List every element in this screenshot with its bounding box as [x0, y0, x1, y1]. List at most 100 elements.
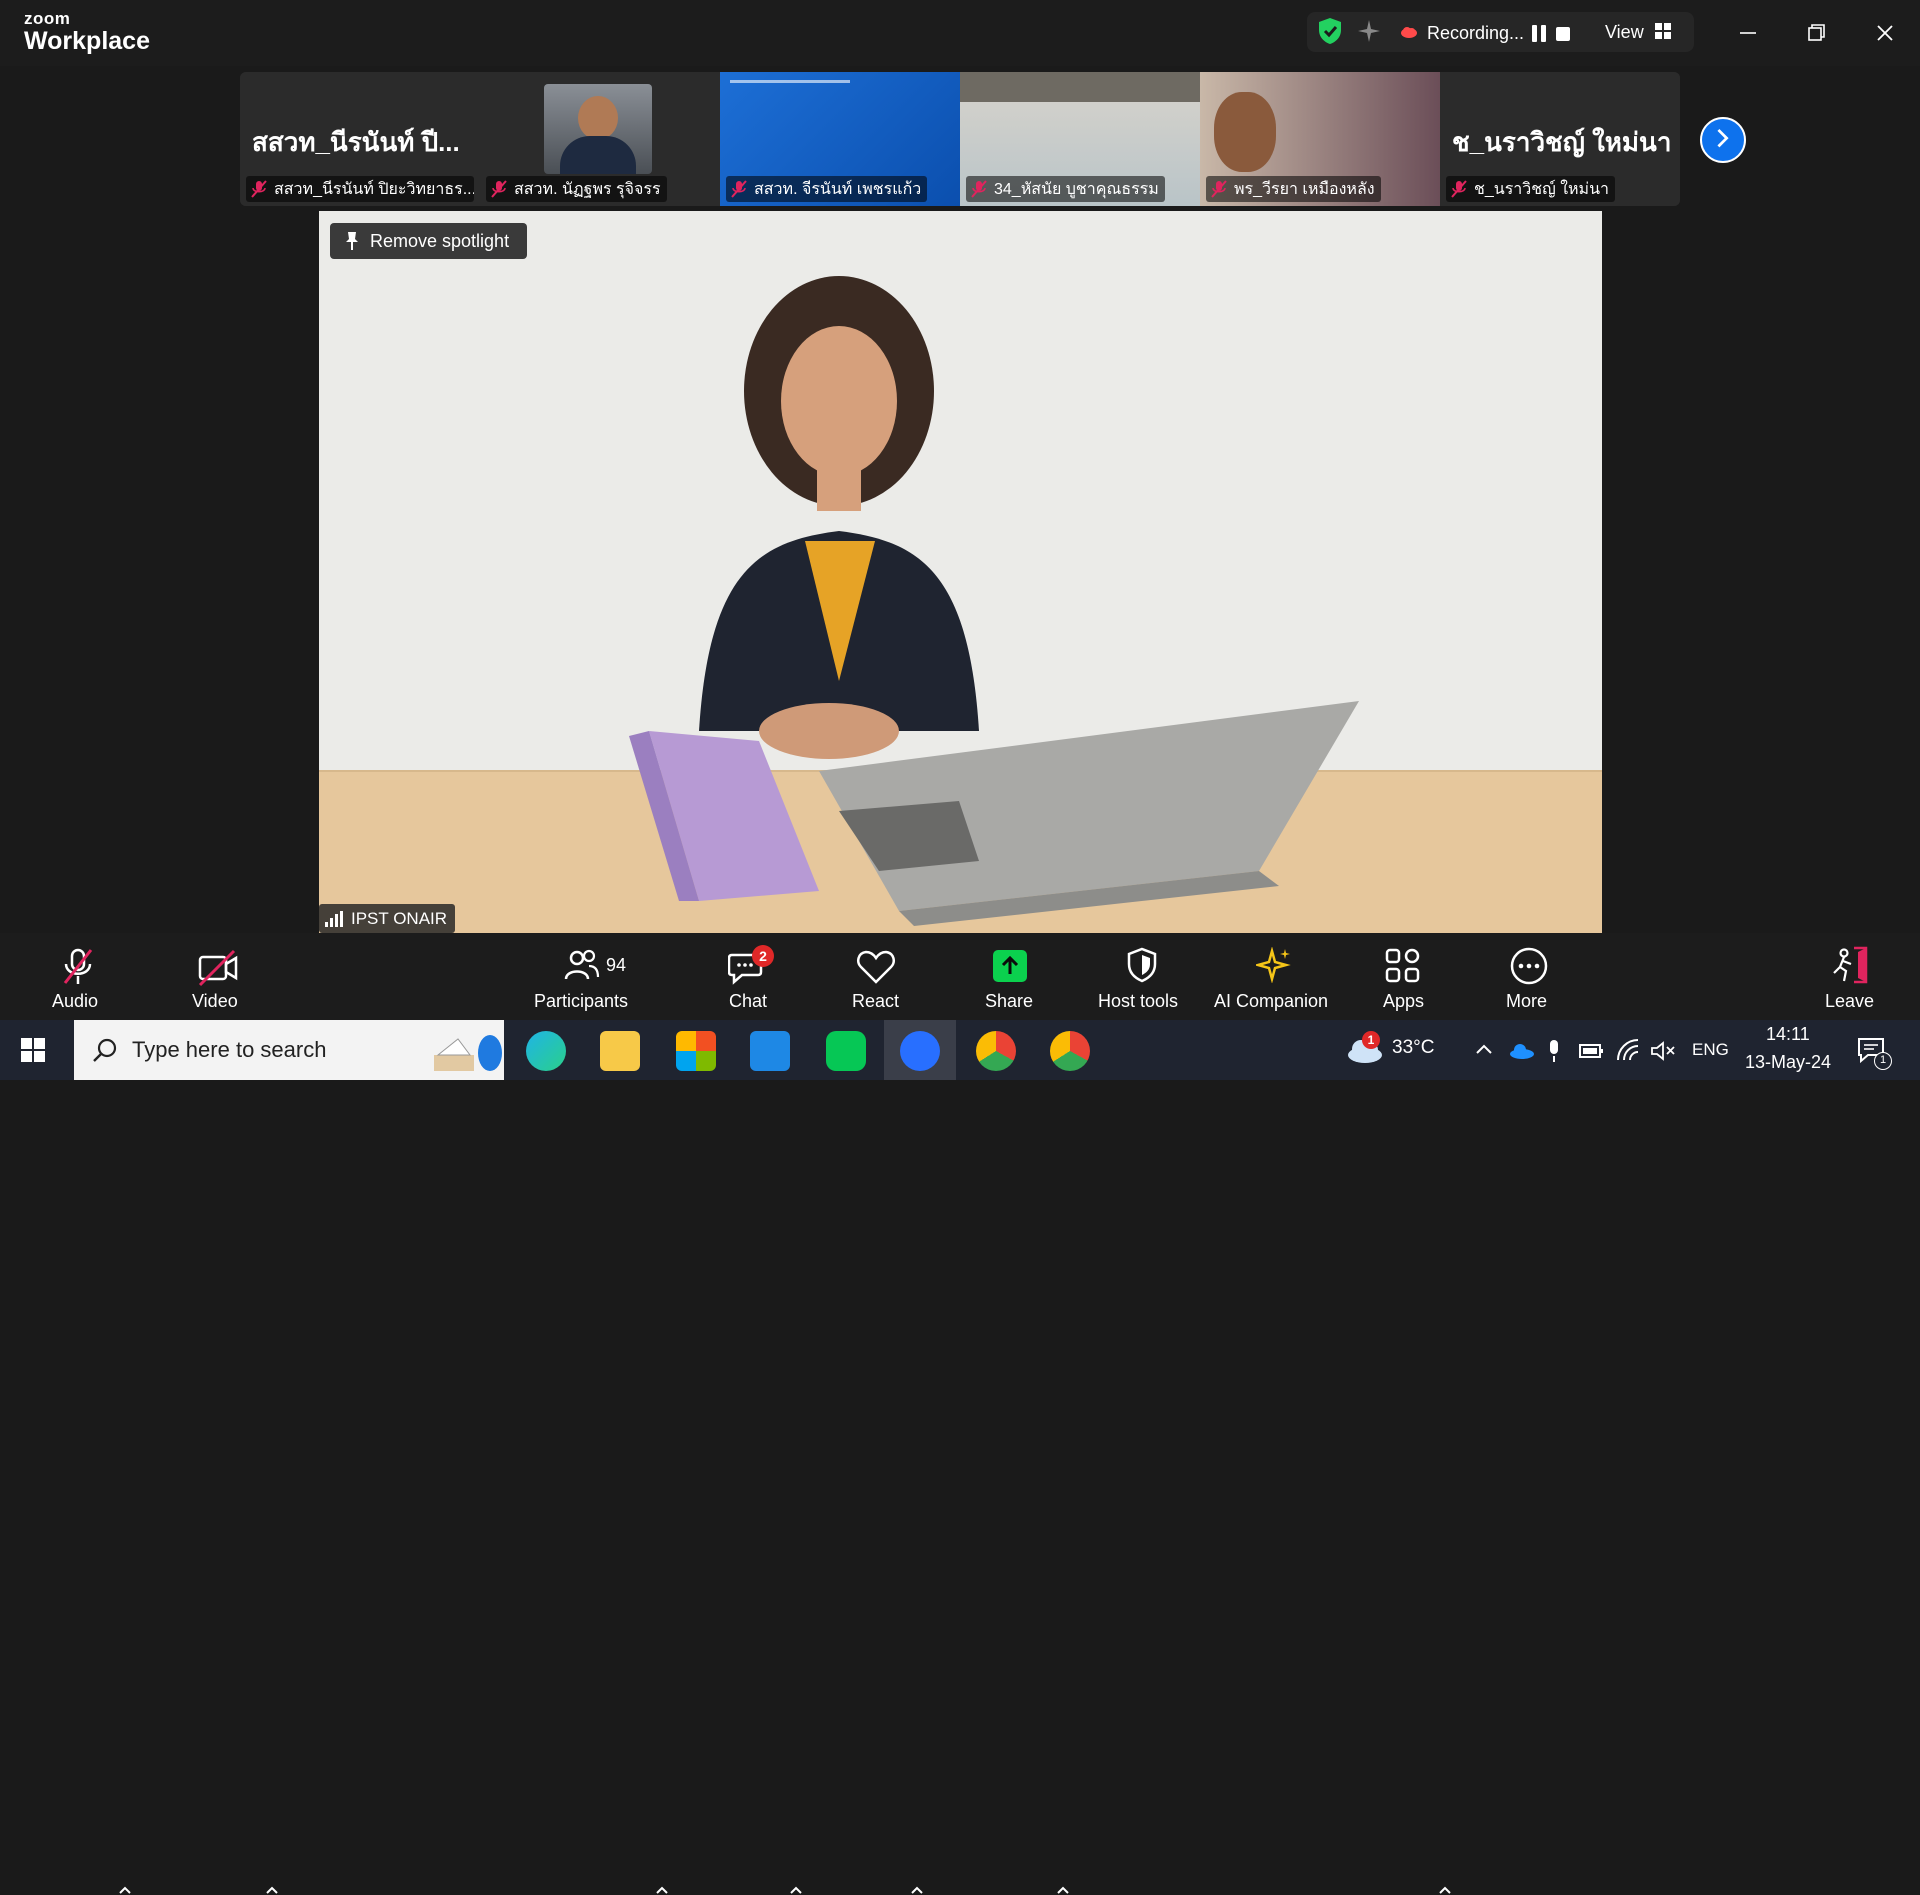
participants-options-chevron-icon[interactable] — [655, 1885, 669, 1895]
participant-video — [960, 72, 1200, 102]
participant-tile[interactable]: สสวท. จีรนันท์ เพชรแก้ว — [720, 72, 960, 206]
chrome-browser-icon[interactable] — [976, 1031, 1016, 1071]
chat-unread-badge: 2 — [752, 945, 774, 967]
muted-mic-icon — [1451, 180, 1467, 198]
restore-icon[interactable] — [1801, 18, 1831, 48]
ai-companion-button[interactable]: AI Companion — [1212, 933, 1336, 1020]
speaker-name-label: IPST ONAIR — [319, 904, 456, 933]
participants-icon — [564, 949, 600, 980]
video-off-icon — [198, 949, 238, 987]
windows-start-icon[interactable] — [20, 1037, 46, 1063]
speaker-name: IPST ONAIR — [351, 908, 448, 928]
muted-mic-icon — [251, 180, 267, 198]
share-label: Share — [985, 991, 1034, 1011]
taskbar-search-box[interactable]: Type here to search — [74, 1020, 504, 1080]
share-options-chevron-icon[interactable] — [1056, 1885, 1070, 1895]
meeting-toolbar: Audio Video 94 Participants 2 Chat React… — [0, 933, 1920, 1894]
video-label: Video — [192, 991, 238, 1011]
host-tools-button[interactable]: Host tools — [1096, 933, 1188, 1020]
line-app-icon[interactable] — [826, 1031, 866, 1071]
participant-name-bar: ช_นราวิชญ์ ใหม่นา — [1446, 176, 1616, 202]
taskbar-clock-time[interactable]: 14:11 — [1766, 1024, 1810, 1045]
video-button[interactable]: Video — [188, 933, 252, 1020]
pause-recording-button[interactable] — [1532, 25, 1546, 42]
remove-spotlight-button[interactable]: Remove spotlight — [330, 223, 527, 259]
react-label: React — [852, 991, 900, 1011]
participant-thumbnail-strip: สสวท_นีรนันท์ ปี... สสวท_นีรนันท์ ปิยะวิ… — [240, 72, 1680, 206]
search-icon — [93, 1038, 117, 1062]
microsoft-store-icon[interactable] — [676, 1031, 716, 1071]
microphone-tray-icon[interactable] — [1546, 1038, 1562, 1064]
close-icon[interactable] — [1870, 18, 1900, 48]
wifi-icon[interactable] — [1616, 1038, 1642, 1062]
cloud-recording-icon — [1401, 27, 1417, 38]
participant-name: ช_นราวิชญ์ ใหม่นา — [1474, 180, 1610, 198]
zoom-logo: zoom Workplace — [24, 10, 150, 54]
participant-name-bar: สสวท. นัฏฐพร รุจิจรร — [486, 176, 667, 202]
muted-mic-icon — [971, 180, 987, 198]
file-explorer-icon[interactable] — [600, 1031, 640, 1071]
ai-sparkle-icon[interactable] — [1356, 18, 1382, 44]
participant-name-bar: 34_หัสนัย บูชาคุณธรรม — [966, 176, 1165, 202]
participant-name: สสวท. จีรนันท์ เพชรแก้ว — [754, 180, 922, 198]
notification-count-badge: 1 — [1874, 1052, 1892, 1070]
participant-video — [544, 84, 652, 174]
host-tools-label: Host tools — [1098, 991, 1179, 1011]
edge-browser-icon[interactable] — [526, 1031, 566, 1071]
taskbar-clock-date[interactable]: 13-May-24 — [1745, 1052, 1831, 1073]
zoom-app-active-indicator — [884, 1020, 956, 1080]
muted-mic-icon — [731, 180, 747, 198]
shared-slide-preview — [730, 80, 850, 83]
audio-options-chevron-icon[interactable] — [118, 1885, 132, 1895]
speaker-video-frame — [319, 211, 1602, 933]
participant-name-bar: สสวท_นีรนันท์ ปิยะวิทยาธร... — [246, 176, 474, 202]
chat-label: Chat — [729, 991, 768, 1011]
more-button[interactable]: More — [1504, 933, 1554, 1020]
participant-tile[interactable]: สสวท_นีรนันท์ ปี... สสวท_นีรนันท์ ปิยะวิ… — [240, 72, 480, 206]
host-shield-icon — [1127, 947, 1157, 983]
weather-alert-badge: 1 — [1362, 1031, 1380, 1049]
weather-temperature: 33°C — [1392, 1037, 1435, 1058]
video-options-chevron-icon[interactable] — [265, 1885, 279, 1895]
apps-button[interactable]: Apps — [1380, 933, 1430, 1020]
spotlight-video[interactable] — [319, 211, 1602, 933]
audio-button[interactable]: Audio — [46, 933, 110, 1020]
muted-mic-icon — [1211, 180, 1227, 198]
signal-strength-icon — [325, 910, 343, 927]
react-button[interactable]: React — [848, 933, 908, 1020]
view-button[interactable]: View — [1605, 22, 1644, 43]
minimize-icon[interactable] — [1733, 18, 1763, 48]
leave-label: Leave — [1825, 991, 1875, 1011]
stop-recording-button[interactable] — [1556, 27, 1570, 41]
chat-button[interactable]: 2 Chat — [718, 933, 778, 1020]
participant-video — [1214, 92, 1276, 172]
participant-name-bar: สสวท. จีรนันท์ เพชรแก้ว — [726, 176, 928, 202]
onedrive-cloud-icon[interactable] — [1508, 1042, 1536, 1060]
leave-button[interactable]: Leave — [1822, 933, 1878, 1020]
chat-options-chevron-icon[interactable] — [789, 1885, 803, 1895]
logo-workplace-text: Workplace — [24, 27, 150, 55]
mail-icon[interactable] — [750, 1031, 790, 1071]
participant-tile[interactable]: พร_วีรยา เหมืองหลัง — [1200, 72, 1440, 206]
participant-name: 34_หัสนัย บูชาคุณธรรม — [994, 180, 1159, 198]
input-language[interactable]: ENG — [1692, 1040, 1729, 1060]
grid-view-icon[interactable] — [1654, 22, 1672, 40]
participant-tile[interactable]: สสวท. นัฏฐพร รุจิจรร — [480, 72, 720, 206]
security-shield-icon[interactable] — [1317, 17, 1343, 45]
participants-button[interactable]: 94 Participants — [530, 933, 634, 1020]
remove-spotlight-label: Remove spotlight — [370, 230, 510, 251]
apps-options-chevron-icon[interactable] — [1438, 1885, 1452, 1895]
participant-tile[interactable]: 34_หัสนัย บูชาคุณธรรม — [960, 72, 1200, 206]
battery-icon[interactable] — [1578, 1042, 1606, 1060]
share-button[interactable]: Share — [982, 933, 1046, 1020]
ai-companion-label: AI Companion — [1214, 991, 1329, 1011]
participant-tile[interactable]: ช_นราวิชญ์ ใหม่นา ช_นราวิชญ์ ใหม่นา — [1440, 72, 1680, 206]
show-hidden-icons-chevron-icon[interactable] — [1474, 1042, 1494, 1056]
logo-zoom-text: zoom — [24, 9, 71, 28]
react-options-chevron-icon[interactable] — [910, 1885, 924, 1895]
muted-mic-icon — [491, 180, 507, 198]
next-page-chevron-icon[interactable] — [1700, 117, 1746, 163]
participant-big-name: ช_นราวิชญ์ ใหม่นา — [1452, 127, 1672, 157]
speaker-muted-icon[interactable] — [1650, 1040, 1676, 1062]
chrome-profile-icon[interactable] — [1050, 1031, 1090, 1071]
